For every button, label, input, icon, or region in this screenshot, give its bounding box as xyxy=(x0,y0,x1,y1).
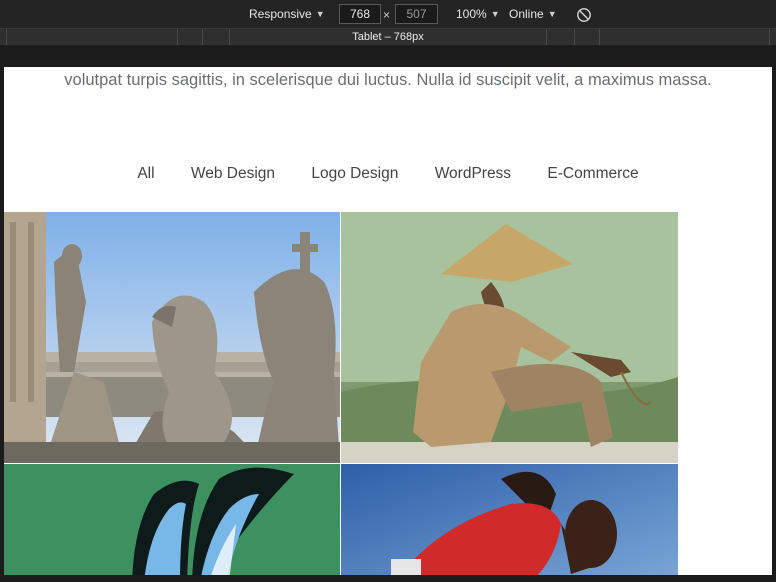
portfolio-item-gargoyles[interactable] xyxy=(4,212,340,463)
zoom-select[interactable]: 100% ▼ xyxy=(456,0,500,29)
portfolio-grid xyxy=(4,212,678,582)
toolbar-gap xyxy=(0,46,776,67)
athlete-image xyxy=(341,464,678,582)
portfolio-item-wings-logo[interactable] xyxy=(4,464,340,582)
height-input[interactable]: 507 xyxy=(395,4,438,24)
filter-all[interactable]: All xyxy=(137,165,154,183)
caret-down-icon: ▼ xyxy=(547,9,557,19)
man-with-hat-image xyxy=(341,212,678,463)
zoom-label: 100% xyxy=(456,7,487,21)
filter-wordpress[interactable]: WordPress xyxy=(435,165,511,183)
filter-e-commerce[interactable]: E-Commerce xyxy=(547,165,638,183)
media-query-bar[interactable]: Tablet – 768px xyxy=(0,29,776,46)
emulated-viewport[interactable]: volutpat turpis sagittis, in scelerisque… xyxy=(4,67,772,582)
rotate-icon[interactable] xyxy=(576,7,592,23)
window-bottom-edge xyxy=(0,575,776,582)
filter-logo-design[interactable]: Logo Design xyxy=(311,165,398,183)
wings-logo-image xyxy=(4,464,340,582)
device-select-label: Responsive xyxy=(249,7,312,21)
caret-down-icon: ▼ xyxy=(490,9,500,19)
caret-down-icon: ▼ xyxy=(315,9,325,19)
gargoyles-image xyxy=(4,212,340,463)
media-query-label: Tablet – 768px xyxy=(352,31,424,43)
filter-web-design[interactable]: Web Design xyxy=(191,165,275,183)
portfolio-filter-nav: All Web Design Logo Design WordPress E-C… xyxy=(4,165,772,183)
portfolio-item-athlete[interactable] xyxy=(341,464,678,582)
throttling-select[interactable]: Online ▼ xyxy=(509,0,557,29)
width-input[interactable]: 768 xyxy=(339,4,381,24)
portfolio-item-man-hat[interactable] xyxy=(341,212,678,463)
throttling-label: Online xyxy=(509,7,544,21)
device-select[interactable]: Responsive ▼ xyxy=(249,0,325,29)
dimension-separator: × xyxy=(383,8,391,22)
intro-paragraph: volutpat turpis sagittis, in scelerisque… xyxy=(64,71,712,89)
device-toolbar: Responsive ▼ 768 × 507 100% ▼ Online ▼ xyxy=(0,0,776,29)
